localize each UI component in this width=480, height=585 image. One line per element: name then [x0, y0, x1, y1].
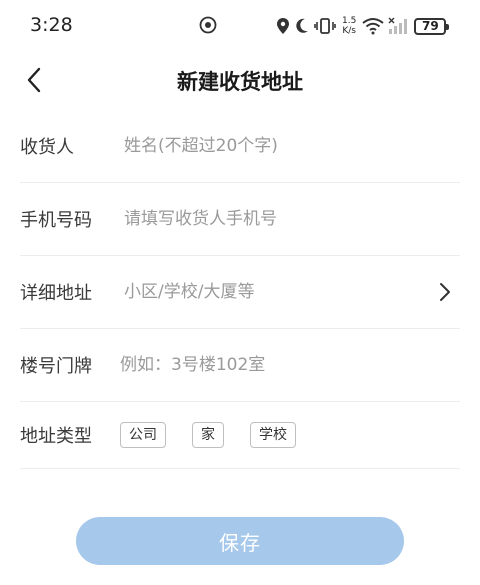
status-time: 3:28: [30, 14, 73, 36]
phone-row: 手机号码: [20, 183, 460, 256]
nav-bar: 新建收货地址: [0, 52, 480, 108]
address-label: 详细地址: [20, 283, 92, 304]
save-button[interactable]: 保存: [76, 517, 404, 565]
location-icon: [277, 18, 289, 34]
address-input[interactable]: [124, 274, 460, 310]
recipient-label: 收货人: [20, 137, 74, 158]
phone-input[interactable]: [124, 201, 460, 237]
vibrate-icon: [314, 18, 336, 34]
status-bar: 3:28 1.5 K/s 79: [0, 0, 480, 52]
address-type-label: 地址类型: [20, 426, 92, 447]
address-row[interactable]: 详细地址: [20, 256, 460, 329]
address-type-row: 地址类型 公司 家 学校: [20, 402, 460, 469]
house-number-input[interactable]: [120, 347, 460, 383]
battery-icon: 79: [414, 17, 450, 35]
wifi-icon: [362, 18, 384, 35]
net-speed-value: 1.5: [342, 16, 357, 26]
house-number-label: 楼号门牌: [20, 356, 92, 377]
address-type-home[interactable]: 家: [192, 422, 224, 448]
chevron-right-icon[interactable]: [434, 281, 456, 303]
net-speed: 1.5 K/s: [342, 16, 356, 36]
notification-badge-icon: [199, 16, 217, 34]
recipient-row: 收货人: [20, 110, 460, 183]
house-number-row: 楼号门牌: [20, 329, 460, 402]
battery-level: 79: [421, 19, 439, 33]
phone-label: 手机号码: [20, 210, 92, 231]
address-form: 收货人 手机号码 详细地址 楼号门牌 地址类型 公司 家 学校: [20, 110, 460, 469]
page-title: 新建收货地址: [177, 70, 303, 94]
net-speed-unit: K/s: [342, 26, 356, 36]
address-type-company[interactable]: 公司: [120, 422, 166, 448]
moon-icon: [296, 18, 308, 33]
address-type-school[interactable]: 学校: [250, 422, 296, 448]
status-icons: 1.5 K/s 79: [276, 14, 450, 38]
recipient-input[interactable]: [124, 128, 460, 164]
signal-icon: [388, 17, 408, 34]
address-type-options: 公司 家 学校: [120, 422, 296, 448]
